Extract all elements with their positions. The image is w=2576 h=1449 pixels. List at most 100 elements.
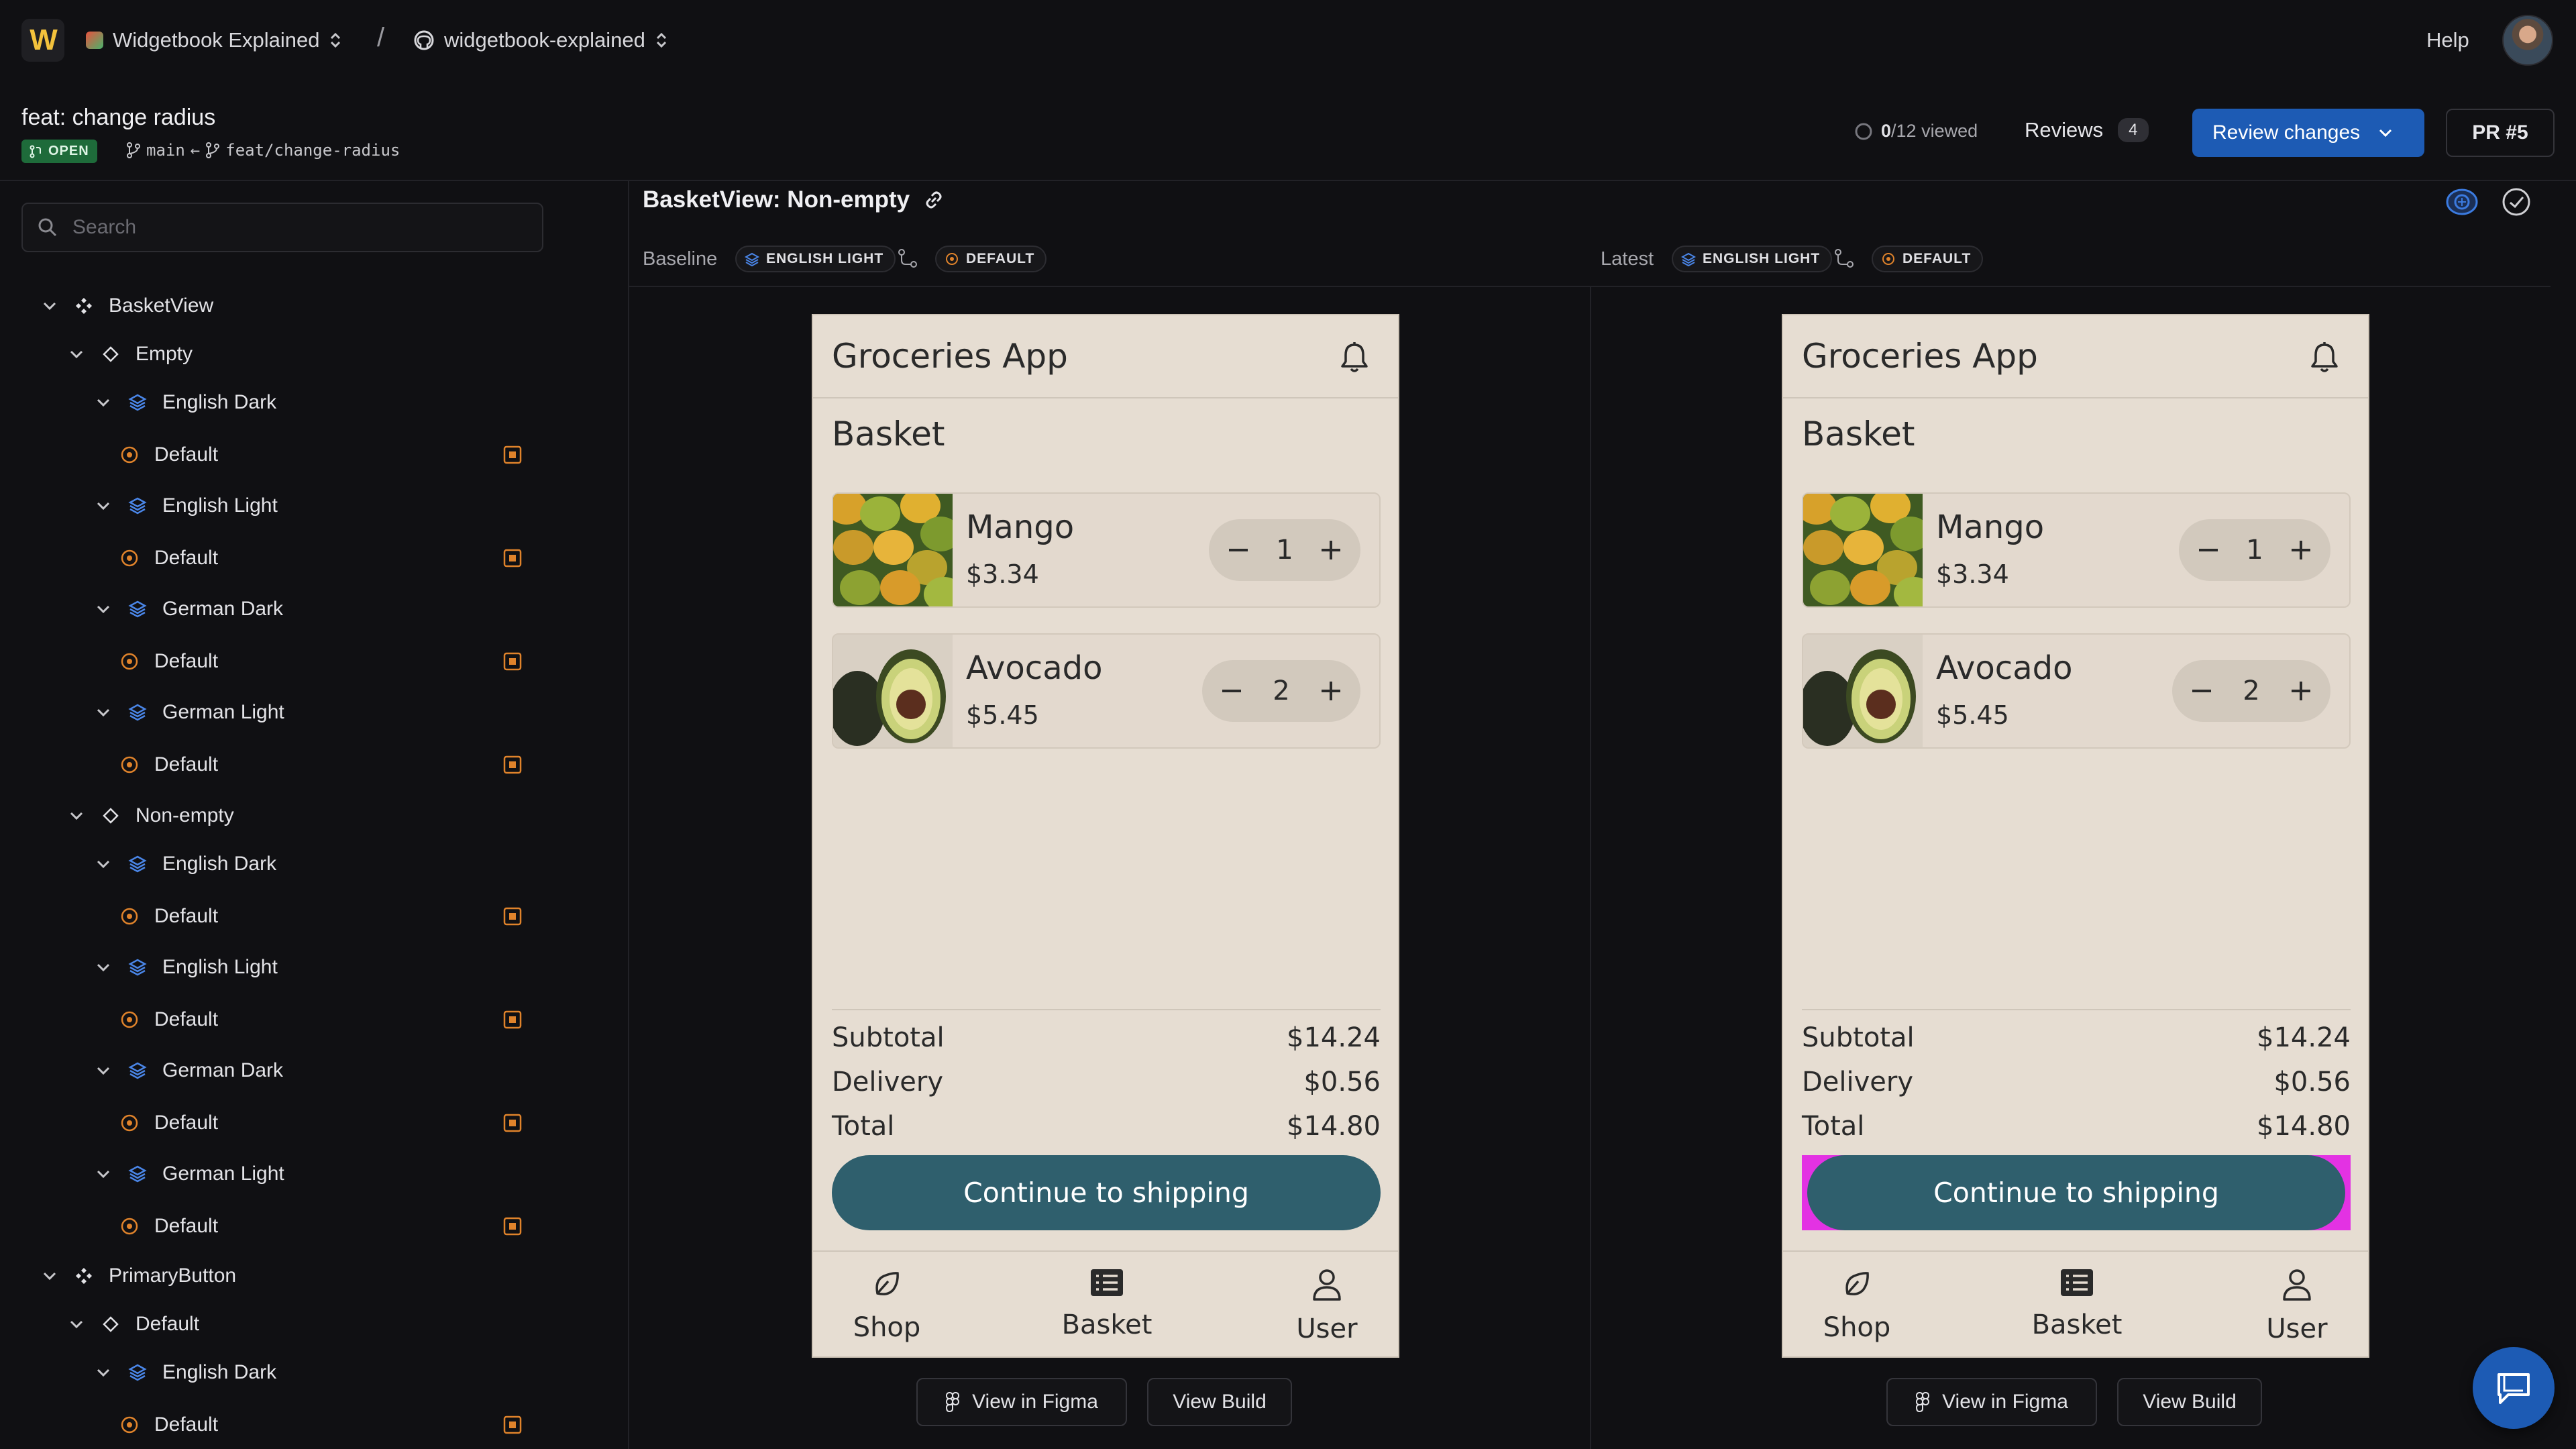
diff-overlay-toggle-icon[interactable] xyxy=(2446,188,2478,216)
chevron-down-icon[interactable] xyxy=(94,393,113,412)
increment-button[interactable] xyxy=(2286,535,2316,565)
chevron-down-icon xyxy=(2379,129,2392,138)
summary-divider xyxy=(832,1009,1381,1010)
chevron-down-icon[interactable] xyxy=(67,1315,86,1334)
decrement-button[interactable] xyxy=(2194,535,2223,565)
tree-variant-default[interactable]: Default xyxy=(119,1104,218,1142)
tree-variant-default[interactable]: Default xyxy=(119,746,218,784)
viewed-progress: 0/12 viewed xyxy=(1854,121,1978,142)
continue-to-shipping-button[interactable]: Continue to shipping xyxy=(832,1155,1381,1230)
bell-icon[interactable] xyxy=(1339,341,1370,374)
changed-status-icon xyxy=(502,1216,523,1236)
tree-item-label: German Dark xyxy=(162,1059,284,1081)
changed-status-icon xyxy=(502,651,523,672)
layers-icon xyxy=(127,496,148,516)
layers-icon xyxy=(127,1362,148,1383)
decrement-button[interactable] xyxy=(2187,676,2216,706)
tree-locale-english-dark[interactable]: English Dark xyxy=(94,845,276,883)
tree-variant-default[interactable]: Default xyxy=(119,1406,218,1444)
support-chat-button[interactable] xyxy=(2473,1347,2555,1429)
nav-user[interactable]: User xyxy=(2223,1268,2368,1344)
search-field[interactable] xyxy=(21,203,543,252)
tree-variant-default[interactable]: Default xyxy=(119,1208,218,1245)
chevron-down-icon[interactable] xyxy=(94,703,113,722)
search-input[interactable] xyxy=(72,216,529,239)
chevron-down-icon[interactable] xyxy=(94,1165,113,1183)
chevron-down-icon[interactable] xyxy=(40,297,59,315)
baseline-locale-chip[interactable]: ENGLISH LIGHT xyxy=(735,246,896,272)
tree-locale-german-dark[interactable]: German Dark xyxy=(94,590,283,628)
latest-locale-chip[interactable]: ENGLISH LIGHT xyxy=(1672,246,1833,272)
workspace-color-icon xyxy=(86,32,103,49)
cta-label: Continue to shipping xyxy=(1933,1177,2219,1209)
chevron-down-icon[interactable] xyxy=(94,855,113,873)
chevron-down-icon[interactable] xyxy=(94,600,113,619)
pr-number-button[interactable]: PR #5 xyxy=(2446,109,2555,157)
baseline-view-in-figma-button[interactable]: View in Figma xyxy=(916,1378,1127,1426)
tree-locale-german-light[interactable]: German Light xyxy=(94,1155,284,1193)
chevron-down-icon[interactable] xyxy=(94,496,113,515)
target-icon xyxy=(119,1216,140,1236)
review-changes-button[interactable]: Review changes xyxy=(2192,109,2424,157)
latest-view-build-button[interactable]: View Build xyxy=(2117,1378,2262,1426)
pr-status-text: OPEN xyxy=(48,144,89,158)
reviews-button[interactable]: Reviews 4 xyxy=(2025,118,2149,142)
nav-user[interactable]: User xyxy=(1253,1268,1398,1344)
user-avatar[interactable] xyxy=(2502,15,2553,66)
compare-split-divider xyxy=(1590,287,1591,1449)
tree-locale-english-dark[interactable]: English Dark xyxy=(94,384,276,421)
delivery-value: $0.56 xyxy=(2273,1067,2351,1097)
tree-variant-default[interactable]: Default xyxy=(119,1001,218,1038)
chevron-down-icon[interactable] xyxy=(67,345,86,364)
quantity-stepper: 2 xyxy=(1202,660,1360,722)
baseline-view-build-button[interactable]: View Build xyxy=(1147,1378,1292,1426)
tree-variant-default[interactable]: Default xyxy=(119,539,218,577)
chevron-down-icon[interactable] xyxy=(67,806,86,825)
tree-locale-german-light[interactable]: German Light xyxy=(94,694,284,731)
nav-basket[interactable]: Basket xyxy=(1033,1268,1181,1340)
increment-button[interactable] xyxy=(1316,535,1346,565)
basket-icon xyxy=(2059,1268,2094,1297)
decrement-button[interactable] xyxy=(1217,676,1246,706)
nav-shop[interactable]: Shop xyxy=(813,1268,961,1343)
tree-locale-english-dark[interactable]: English Dark xyxy=(94,1354,276,1391)
tree-locale-german-dark[interactable]: German Dark xyxy=(94,1052,283,1089)
continue-to-shipping-button[interactable]: Continue to shipping xyxy=(1802,1155,2351,1230)
link-icon[interactable] xyxy=(923,189,945,211)
baseline-theme-chip[interactable]: DEFAULT xyxy=(935,246,1047,272)
tree-locale-english-light[interactable]: English Light xyxy=(94,487,278,525)
repo-selector[interactable]: widgetbook-explained xyxy=(413,28,668,52)
tree-component-basketview[interactable]: BasketView xyxy=(40,287,213,325)
tree-story-empty[interactable]: Empty xyxy=(67,335,193,373)
tree-locale-english-light[interactable]: English Light xyxy=(94,949,278,986)
tree-variant-default[interactable]: Default xyxy=(119,898,218,935)
chevron-down-icon[interactable] xyxy=(94,958,113,977)
basket-item-card: Mango $3.34 1 xyxy=(832,492,1381,608)
increment-button[interactable] xyxy=(1316,676,1346,706)
diamond-icon xyxy=(101,344,121,364)
tree-story-nonempty[interactable]: Non-empty xyxy=(67,797,234,835)
latest-view-in-figma-button[interactable]: View in Figma xyxy=(1886,1378,2097,1426)
tree-variant-default[interactable]: Default xyxy=(119,436,218,474)
chevron-down-icon[interactable] xyxy=(94,1363,113,1382)
tree-variant-default[interactable]: Default xyxy=(119,643,218,680)
mark-viewed-check-icon[interactable] xyxy=(2501,186,2532,217)
chevron-down-icon[interactable] xyxy=(40,1267,59,1285)
quantity-value: 1 xyxy=(1276,535,1293,566)
chevron-down-icon[interactable] xyxy=(94,1061,113,1080)
pr-title: feat: change radius xyxy=(21,105,216,130)
nav-shop[interactable]: Shop xyxy=(1783,1268,1931,1343)
pull-request-icon xyxy=(30,145,41,158)
latest-locale-text: ENGLISH LIGHT xyxy=(1703,251,1821,266)
nav-basket[interactable]: Basket xyxy=(2003,1268,2151,1340)
decrement-button[interactable] xyxy=(1224,535,1253,565)
bell-icon[interactable] xyxy=(2309,341,2340,374)
help-link[interactable]: Help xyxy=(2426,28,2469,52)
tree-story-default[interactable]: Default xyxy=(67,1305,199,1343)
tree-component-primarybutton[interactable]: PrimaryButton xyxy=(40,1257,236,1295)
layers-icon xyxy=(127,957,148,977)
workspace-selector[interactable]: Widgetbook Explained xyxy=(86,28,342,52)
increment-button[interactable] xyxy=(2286,676,2316,706)
widgetbook-logo[interactable]: W xyxy=(21,19,64,62)
latest-theme-chip[interactable]: DEFAULT xyxy=(1872,246,1984,272)
